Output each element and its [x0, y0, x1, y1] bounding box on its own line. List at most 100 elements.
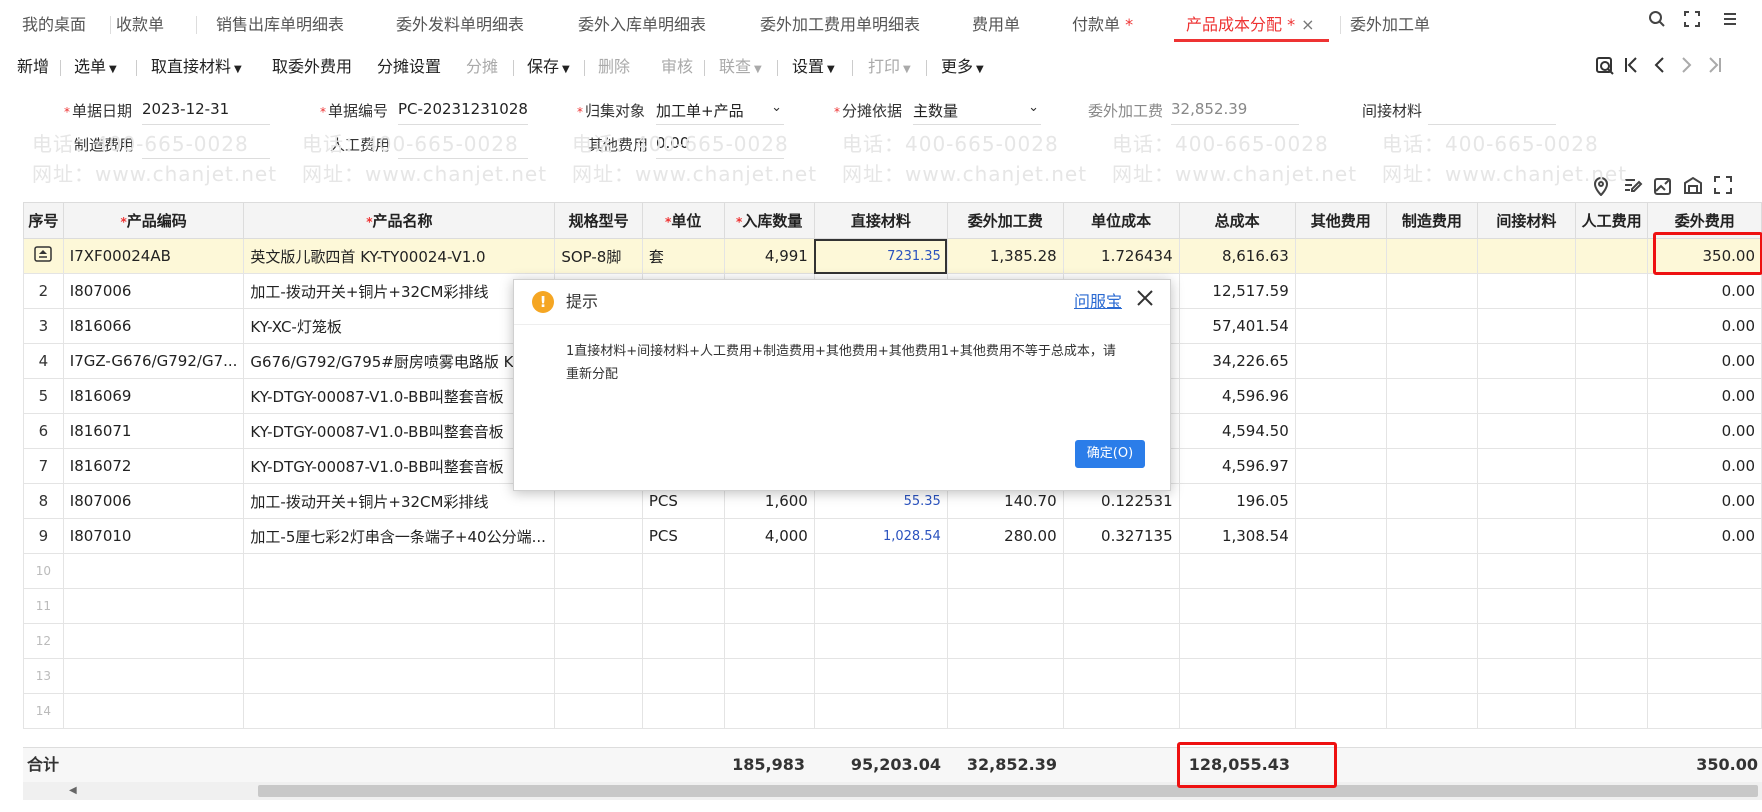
cell-spec[interactable] [554, 518, 643, 554]
cell-other-fee[interactable] [1294, 483, 1387, 519]
empty-cell[interactable] [243, 588, 556, 624]
empty-cell[interactable] [243, 553, 556, 589]
table-row[interactable]: I7XF00024AB 英文版儿歌四首 KY-TY00024-V1.0 SOP-… [23, 238, 1762, 274]
empty-cell[interactable] [554, 658, 643, 694]
cell-direct-material[interactable]: 1,028.54 [813, 518, 948, 554]
cell-labor-fee[interactable] [1574, 413, 1649, 449]
cell-indirect-material[interactable] [1476, 518, 1576, 554]
column-header[interactable]: 单位成本 [1062, 202, 1180, 239]
labor-fee-field[interactable] [398, 134, 528, 159]
empty-cell[interactable] [1178, 693, 1296, 729]
empty-cell[interactable] [641, 693, 725, 729]
cell-unit[interactable]: PCS [641, 518, 725, 554]
locate-doc-icon[interactable] [1594, 56, 1616, 78]
doc-no-field[interactable]: PC-20231231028 [398, 100, 528, 125]
cell-manufacturing-fee[interactable] [1385, 413, 1478, 449]
tab-product-cost-allocation[interactable]: 产品成本分配 * × [1174, 0, 1329, 48]
column-header[interactable]: 人工费用 [1574, 202, 1649, 239]
cell-outsource-expense[interactable]: 0.00 [1647, 448, 1762, 484]
cell-product-name[interactable]: 加工-拨动开关+铜片+32CM彩排线 [243, 483, 556, 519]
tab-outsourcing-fee-detail[interactable]: 委外加工费用单明细表 [760, 0, 920, 48]
cell-indirect-material[interactable] [1476, 308, 1576, 344]
previous-record-icon[interactable] [1648, 56, 1670, 78]
scrollbar-thumb[interactable] [258, 785, 1758, 797]
empty-cell[interactable] [813, 553, 948, 589]
print-button[interactable]: 打印 ▼ [868, 48, 911, 86]
cell-total-cost[interactable]: 1,308.54 [1178, 518, 1296, 554]
column-header[interactable]: *单位 [641, 202, 725, 239]
column-header[interactable]: 规格型号 [554, 202, 643, 239]
cell-outsource-expense[interactable]: 0.00 [1647, 343, 1762, 379]
column-header[interactable]: 总成本 [1178, 202, 1296, 239]
empty-cell[interactable] [641, 658, 725, 694]
tab-outsourcing-issue-detail[interactable]: 委外发料单明细表 [396, 0, 524, 48]
cell-total-cost[interactable]: 34,226.65 [1178, 343, 1296, 379]
empty-cell[interactable] [62, 588, 245, 624]
table-row[interactable]: 9 I807010 加工-5厘七彩2灯串含一条端子+40公分端... PCS 4… [23, 518, 1762, 554]
next-record-icon[interactable] [1676, 56, 1698, 78]
cell-manufacturing-fee[interactable] [1385, 518, 1478, 554]
cell-other-fee[interactable] [1294, 448, 1387, 484]
cell-other-fee[interactable] [1294, 343, 1387, 379]
cell-other-fee[interactable] [1294, 413, 1387, 449]
tab-my-desktop[interactable]: 我的桌面 [22, 0, 86, 48]
cell-product-code[interactable]: I816069 [62, 378, 245, 414]
close-icon[interactable]: × [1301, 15, 1314, 34]
empty-cell[interactable] [946, 658, 1064, 694]
empty-cell[interactable] [1062, 623, 1180, 659]
warehouse-icon[interactable] [1682, 176, 1704, 198]
delete-button[interactable]: 删除 [598, 48, 630, 86]
cell-direct-material[interactable]: 7231.35 [813, 238, 948, 274]
column-header[interactable]: 其他费用 [1294, 202, 1387, 239]
empty-cell[interactable] [723, 553, 815, 589]
help-link[interactable]: 问服宝 [1074, 280, 1122, 324]
cell-outsource-expense[interactable]: 0.00 [1647, 308, 1762, 344]
empty-cell[interactable] [813, 658, 948, 694]
cell-outsource-expense[interactable]: 0.00 [1647, 413, 1762, 449]
empty-cell[interactable] [1385, 658, 1478, 694]
allocate-button[interactable]: 分摊 [466, 48, 498, 86]
cell-labor-fee[interactable] [1574, 273, 1649, 309]
cell-total-cost[interactable]: 8,616.63 [1178, 238, 1296, 274]
cell-product-name[interactable]: KY-DTGY-00087-V1.0-BB叫整套音板 [243, 378, 556, 414]
empty-cell[interactable] [813, 693, 948, 729]
cell-product-name[interactable]: 英文版儿歌四首 KY-TY00024-V1.0 [243, 238, 556, 274]
empty-cell[interactable] [946, 588, 1064, 624]
tab-payment[interactable]: 付款单 * [1072, 0, 1133, 48]
cell-indirect-material[interactable] [1476, 273, 1576, 309]
cell-product-code[interactable]: I807006 [62, 483, 245, 519]
empty-cell[interactable] [1062, 693, 1180, 729]
empty-cell[interactable] [554, 553, 643, 589]
empty-cell[interactable] [554, 588, 643, 624]
empty-cell[interactable] [723, 658, 815, 694]
tab-receipt[interactable]: 收款单 [116, 0, 164, 48]
cell-product-code[interactable]: I807010 [62, 518, 245, 554]
empty-cell[interactable] [1476, 693, 1576, 729]
cell-indirect-material[interactable] [1476, 238, 1576, 274]
cell-manufacturing-fee[interactable] [1385, 273, 1478, 309]
close-icon[interactable] [1132, 288, 1158, 314]
cell-spec[interactable]: SOP-8脚 [554, 238, 643, 274]
cell-manufacturing-fee[interactable] [1385, 448, 1478, 484]
search-icon[interactable] [1645, 10, 1669, 34]
empty-cell[interactable] [1476, 553, 1576, 589]
cell-labor-fee[interactable] [1574, 238, 1649, 274]
tab-outsourcing-order[interactable]: 委外加工单 [1350, 0, 1430, 48]
cell-qty[interactable]: 4,991 [723, 238, 815, 274]
column-header[interactable]: *入库数量 [723, 202, 815, 239]
cell-labor-fee[interactable] [1574, 448, 1649, 484]
empty-cell[interactable] [1647, 658, 1762, 694]
empty-cell[interactable] [1062, 553, 1180, 589]
empty-cell[interactable] [813, 588, 948, 624]
cell-manufacturing-fee[interactable] [1385, 343, 1478, 379]
empty-cell[interactable] [1574, 553, 1649, 589]
cell-other-fee[interactable] [1294, 378, 1387, 414]
empty-cell[interactable] [1476, 658, 1576, 694]
empty-cell[interactable] [1385, 588, 1478, 624]
empty-cell[interactable] [1574, 623, 1649, 659]
audit-button[interactable]: 审核 [661, 48, 693, 86]
cell-product-code[interactable]: I816066 [62, 308, 245, 344]
select-doc-button[interactable]: 选单 ▼ [74, 48, 117, 86]
cell-product-code[interactable]: I807006 [62, 273, 245, 309]
cell-outsource-expense[interactable]: 0.00 [1647, 518, 1762, 554]
